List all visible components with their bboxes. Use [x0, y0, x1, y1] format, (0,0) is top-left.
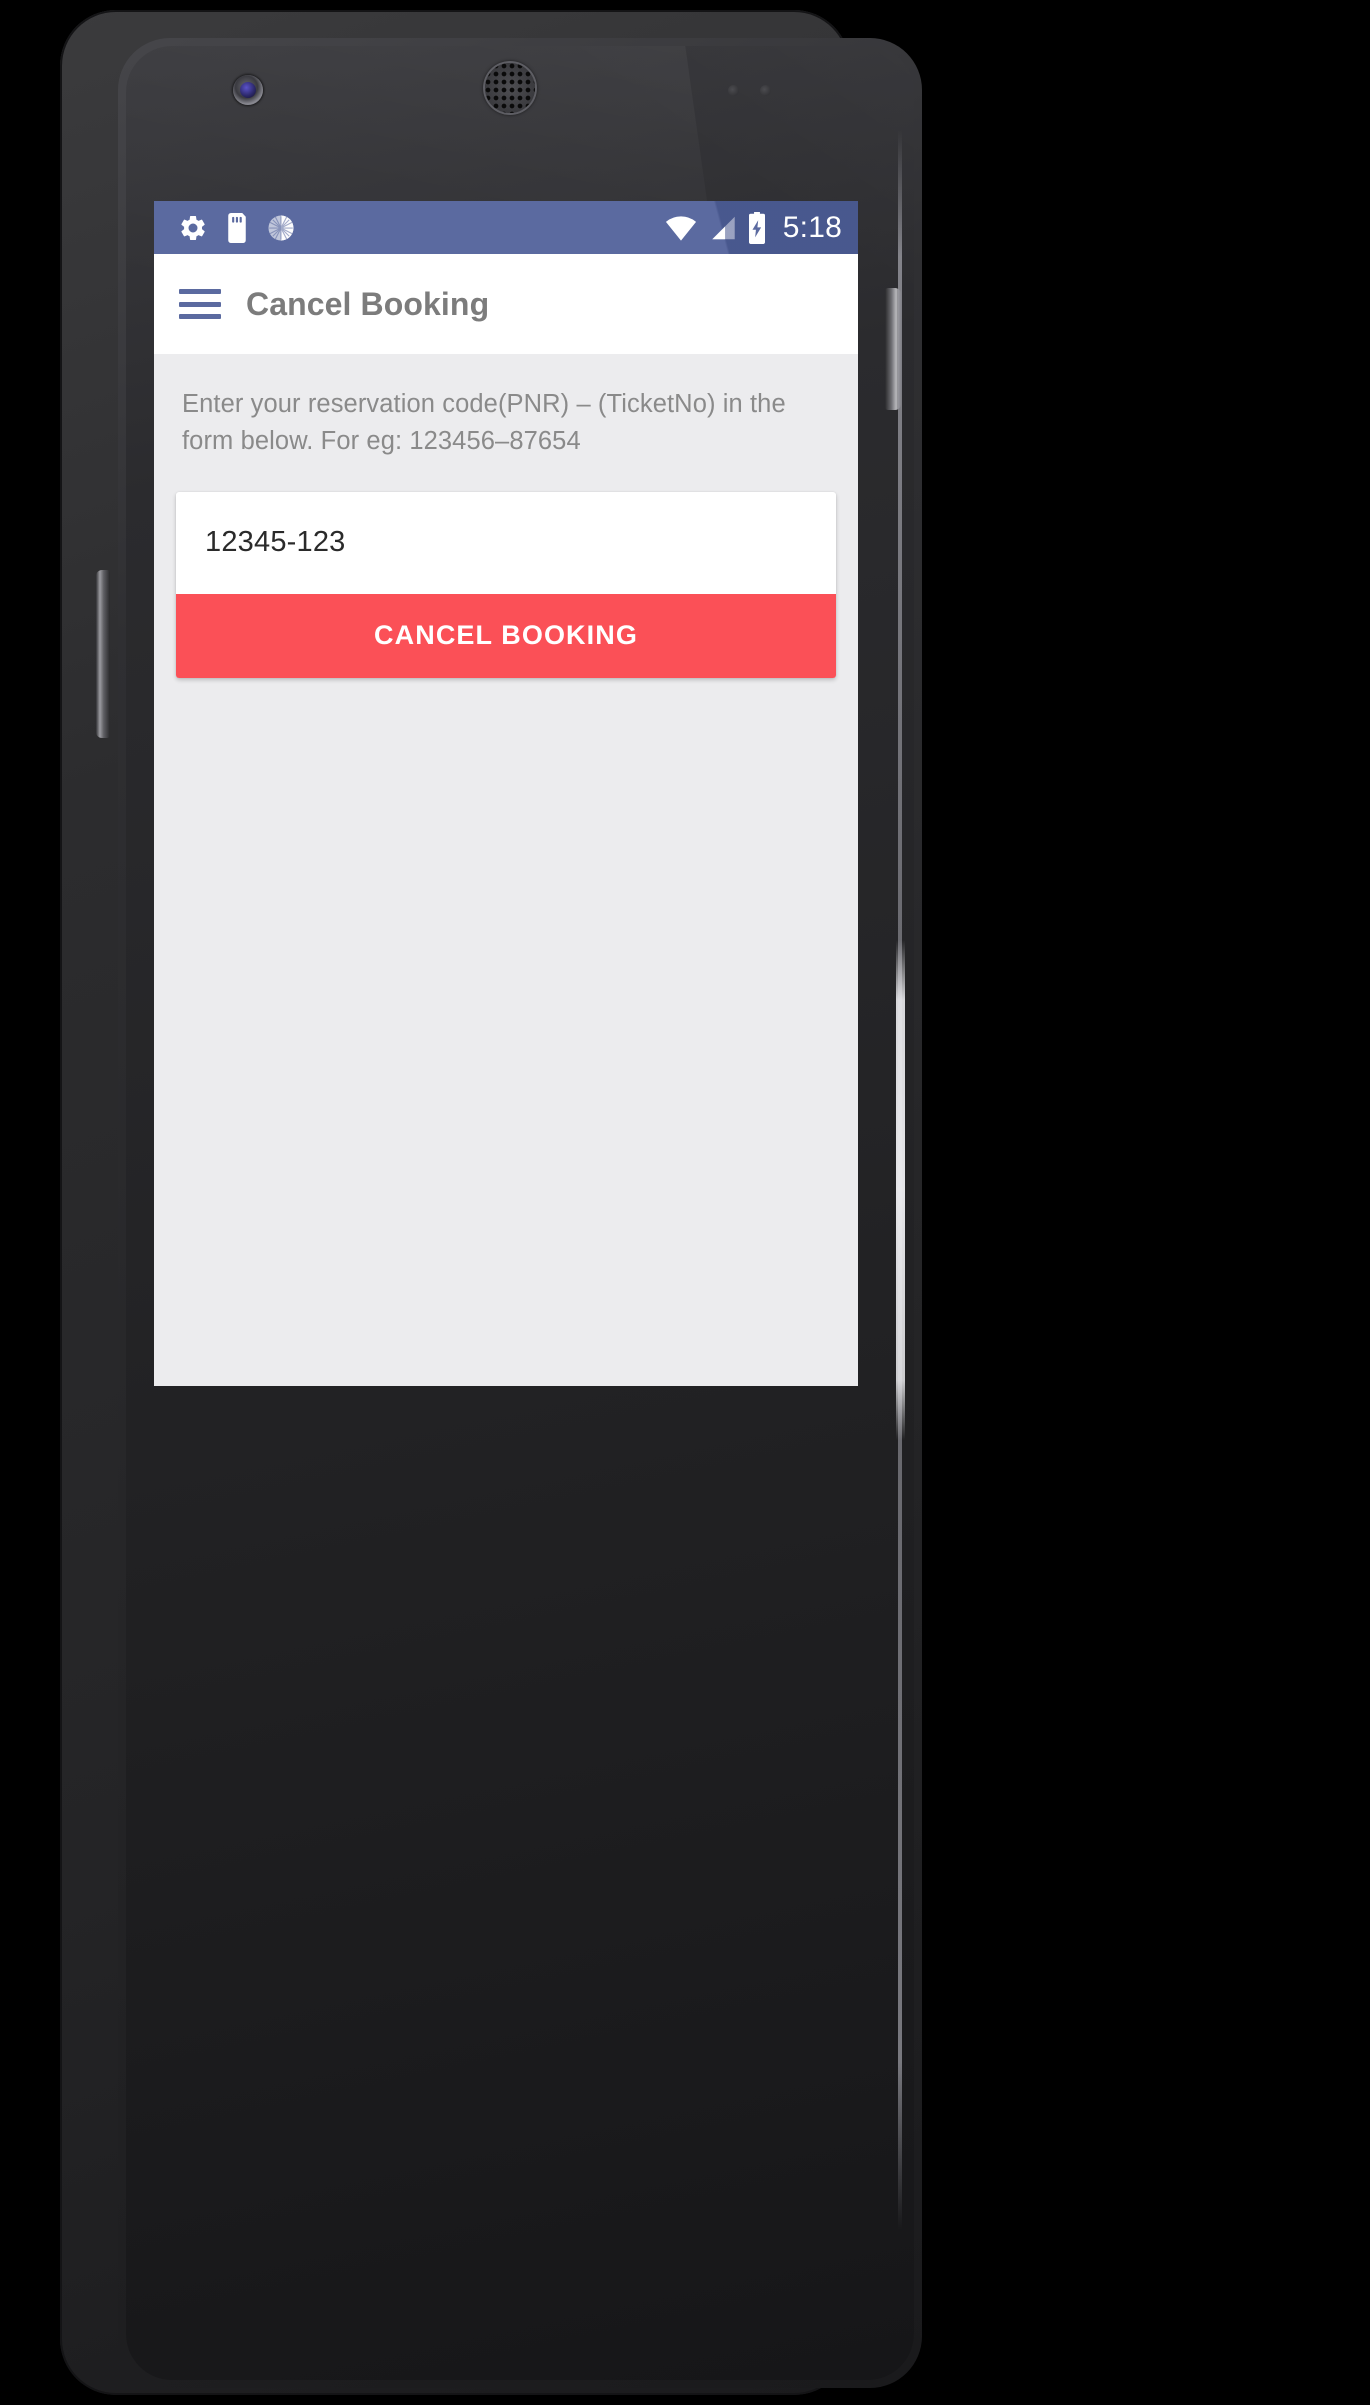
earpiece-speaker-icon: [485, 63, 535, 113]
status-bar-clock: 5:18: [782, 210, 842, 244]
status-bar-right-icons: 5:18: [665, 211, 842, 245]
volume-button[interactable]: [96, 570, 110, 738]
status-bar: 5:18: [154, 201, 858, 254]
main-content: Enter your reservation code(PNR) – (Tick…: [154, 354, 858, 1386]
sd-card-icon: [228, 212, 246, 243]
cancel-booking-button[interactable]: CANCEL BOOKING: [176, 593, 836, 678]
hamburger-bar: [179, 289, 221, 294]
hamburger-bar: [179, 314, 221, 319]
page-title: Cancel Booking: [246, 285, 490, 322]
phone-screen: 5:18 Cancel Booking Enter your reservati…: [154, 201, 858, 1386]
wifi-icon: [665, 215, 696, 241]
proximity-sensor-icon: [728, 85, 739, 96]
status-bar-left-icons: [178, 212, 665, 243]
front-camera-icon: [233, 75, 263, 105]
gear-icon: [181, 215, 205, 240]
pnr-input[interactable]: [205, 526, 773, 560]
phone-device-frame: 5:18 Cancel Booking Enter your reservati…: [60, 10, 922, 2395]
hamburger-menu-icon[interactable]: [179, 289, 221, 319]
sync-spinner-icon: [268, 215, 294, 240]
device-edge-highlight-bright: [896, 940, 905, 1440]
ambient-light-sensor-icon: [760, 85, 771, 96]
cellular-signal-icon: [712, 216, 735, 239]
cancel-booking-form: CANCEL BOOKING: [176, 491, 836, 678]
instructions-text: Enter your reservation code(PNR) – (Tick…: [182, 390, 786, 455]
hamburger-bar: [179, 301, 221, 307]
app-bar: Cancel Booking: [154, 254, 858, 354]
battery-charging-icon: [748, 211, 765, 244]
pnr-field-wrapper[interactable]: [176, 491, 836, 594]
